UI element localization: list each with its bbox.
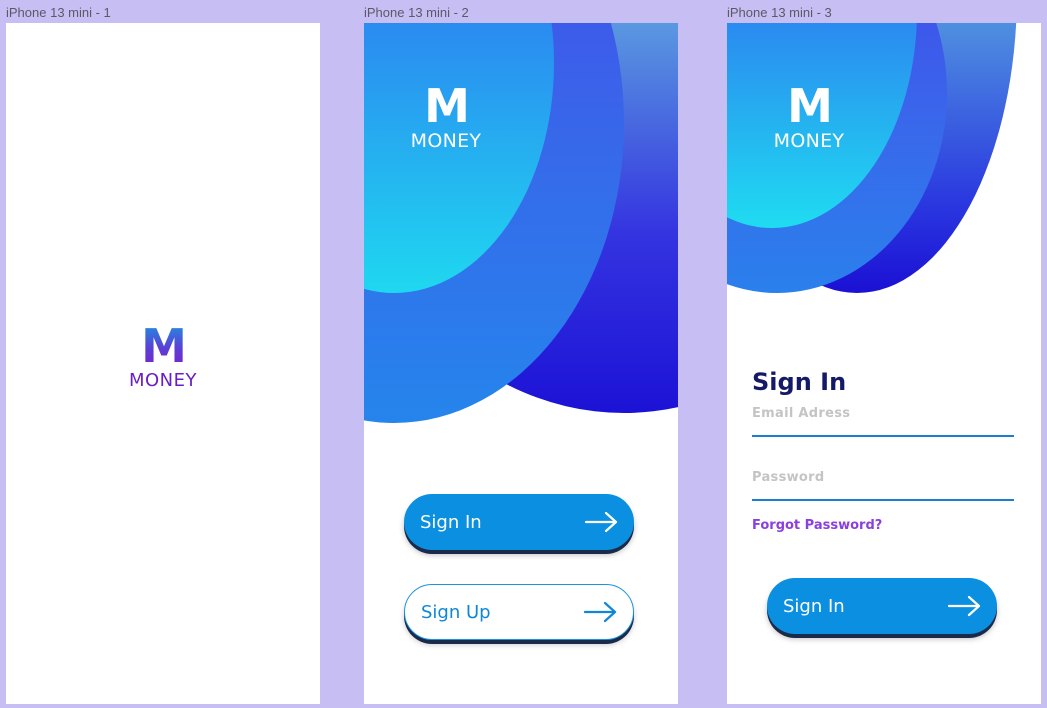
frame-label-2: iPhone 13 mini - 2 bbox=[364, 5, 469, 20]
sign-up-label: Sign Up bbox=[421, 601, 491, 623]
sign-up-button[interactable]: Sign Up bbox=[404, 584, 634, 640]
splash-screen: M MONEY bbox=[6, 23, 320, 704]
password-underline bbox=[752, 499, 1014, 501]
hero-logo: M MONEY bbox=[386, 83, 506, 152]
email-placeholder: Email Adress bbox=[752, 406, 851, 421]
sign-in-label: Sign In bbox=[783, 595, 845, 617]
sign-in-screen: M MONEY Sign In Email Adress Password Fo… bbox=[727, 23, 1041, 704]
logo-letter: M bbox=[424, 79, 470, 133]
frame-label-3: iPhone 13 mini - 3 bbox=[727, 5, 832, 20]
arrow-right-icon bbox=[585, 511, 618, 533]
sign-in-submit-button[interactable]: Sign In bbox=[767, 578, 997, 634]
splash-logo: M MONEY bbox=[6, 323, 320, 391]
frame-label-1: iPhone 13 mini - 1 bbox=[6, 5, 111, 20]
logo-letter: M bbox=[787, 79, 833, 133]
password-placeholder: Password bbox=[752, 470, 825, 485]
logo-word: MONEY bbox=[128, 370, 198, 391]
arrow-right-icon bbox=[584, 601, 617, 623]
logo-word: MONEY bbox=[773, 130, 845, 152]
email-underline bbox=[752, 435, 1014, 437]
hero-logo: M MONEY bbox=[749, 83, 869, 152]
logo-letter: M bbox=[6, 323, 320, 369]
password-field[interactable]: Password bbox=[752, 470, 1014, 501]
arrow-right-icon bbox=[948, 595, 981, 617]
welcome-screen: M MONEY Sign In Sign Up bbox=[364, 23, 678, 704]
logo-word: MONEY bbox=[410, 130, 482, 152]
email-field[interactable]: Email Adress bbox=[752, 406, 1014, 437]
sign-in-button[interactable]: Sign In bbox=[404, 494, 634, 550]
sign-in-title: Sign In bbox=[752, 368, 847, 396]
forgot-password-link[interactable]: Forgot Password? bbox=[752, 518, 882, 533]
sign-in-label: Sign In bbox=[420, 511, 482, 533]
